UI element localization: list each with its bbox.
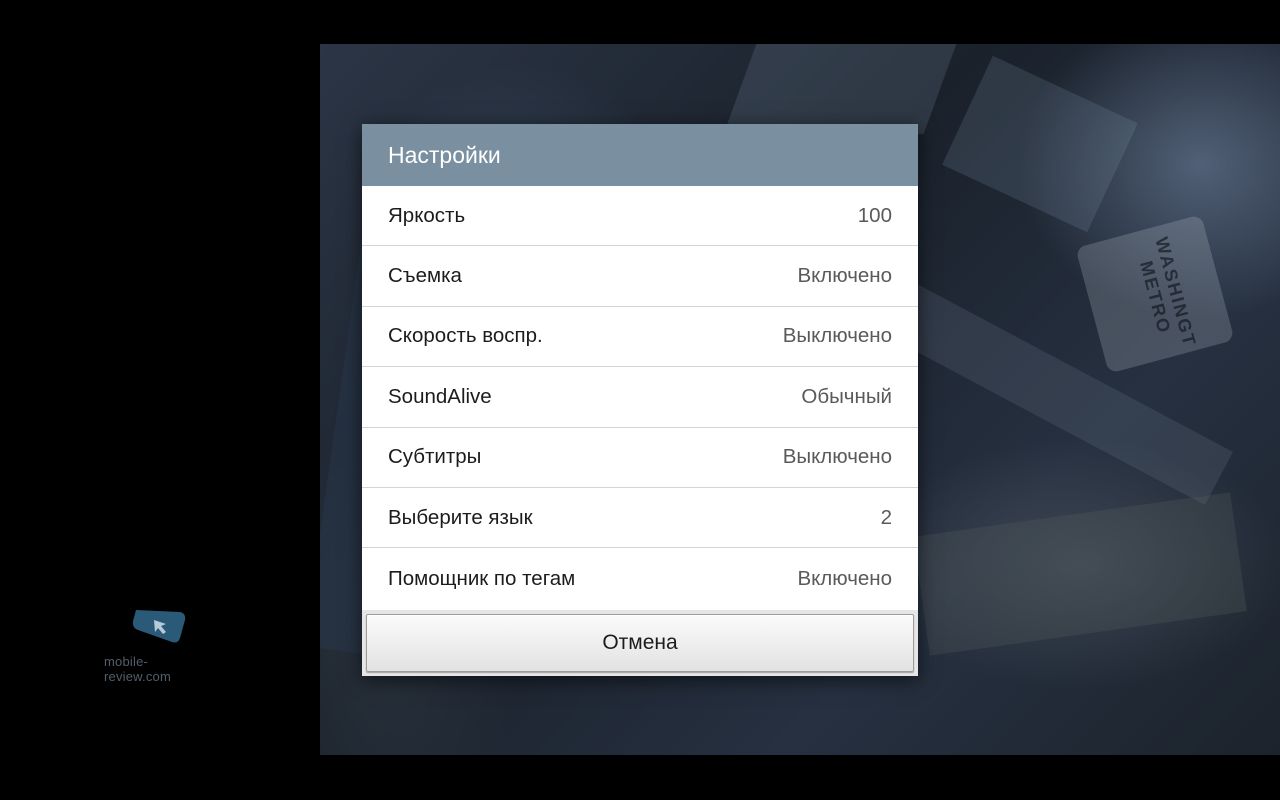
setting-label: Выберите язык [388, 505, 533, 529]
cancel-button[interactable]: Отмена [366, 614, 914, 672]
setting-label: Помощник по тегам [388, 566, 576, 590]
setting-value: 100 [857, 203, 892, 227]
scene-shard [942, 55, 1138, 233]
setting-brightness[interactable]: Яркость 100 [362, 186, 918, 247]
watermark-text: mobile-review.com [104, 654, 172, 684]
watermark: mobile-review.com [104, 604, 214, 684]
setting-label: SoundAlive [388, 384, 492, 408]
setting-value: 2 [880, 505, 892, 529]
setting-soundalive[interactable]: SoundAlive Обычный [362, 367, 918, 428]
scene-shard [913, 492, 1247, 656]
settings-list: Яркость 100 Съемка Включено Скорость вос… [362, 186, 918, 609]
settings-dialog: Настройки Яркость 100 Съемка Включено Ск… [362, 124, 918, 676]
setting-language[interactable]: Выберите язык 2 [362, 488, 918, 549]
mobile-review-logo-icon [132, 610, 186, 643]
setting-value: Включено [797, 264, 892, 288]
setting-capture[interactable]: Съемка Включено [362, 246, 918, 307]
setting-label: Скорость воспр. [388, 324, 543, 348]
dialog-footer: Отмена [362, 610, 918, 676]
scene-shard [723, 44, 957, 134]
dialog-title: Настройки [388, 141, 501, 168]
setting-value: Обычный [801, 384, 892, 408]
setting-subtitles[interactable]: Субтитры Выключено [362, 428, 918, 488]
screen: WASHINGT METRO mobile-review.com Настрой… [0, 0, 1280, 800]
setting-value: Выключено [782, 445, 892, 469]
setting-value: Включено [797, 566, 892, 590]
setting-label: Яркость [388, 203, 466, 227]
setting-label: Субтитры [388, 445, 482, 469]
setting-playback-speed[interactable]: Скорость воспр. Выключено [362, 307, 918, 368]
dialog-header: Настройки [362, 124, 918, 186]
setting-tag-buddy[interactable]: Помощник по тегам Включено [362, 548, 918, 608]
setting-value: Выключено [782, 324, 892, 348]
setting-label: Съемка [388, 264, 462, 288]
